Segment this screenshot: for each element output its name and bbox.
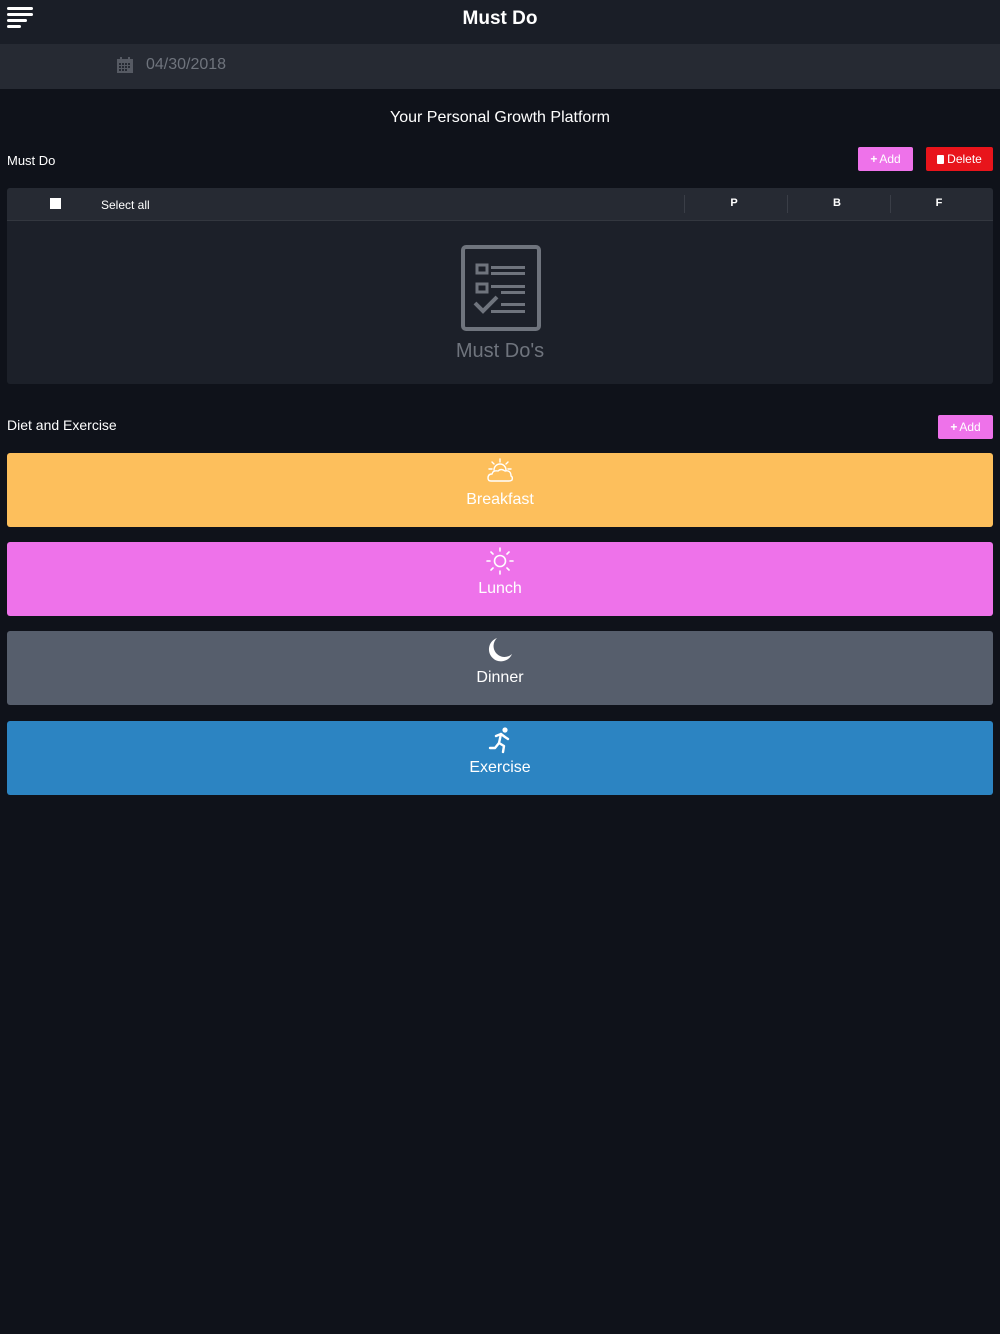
must-do-add-button[interactable]: + Add xyxy=(858,147,913,171)
exercise-card[interactable]: Exercise xyxy=(7,721,993,795)
dinner-label: Dinner xyxy=(476,669,524,686)
column-header-f: F xyxy=(935,197,943,209)
page-title: Must Do xyxy=(462,8,538,29)
select-all-label[interactable]: Select all xyxy=(101,198,150,212)
tagline: Your Personal Growth Platform xyxy=(390,109,610,126)
top-bar: Must Do xyxy=(0,0,1000,44)
trash-icon xyxy=(937,155,945,164)
exercise-label: Exercise xyxy=(469,759,531,776)
diet-exercise-add-button[interactable]: + Add xyxy=(938,415,993,439)
plus-icon: + xyxy=(870,152,878,166)
sun-cloud-icon xyxy=(487,458,514,482)
breakfast-label: Breakfast xyxy=(466,491,534,508)
column-header-b: B xyxy=(833,197,841,209)
table-header: Select all P B F xyxy=(7,188,993,221)
calendar-icon[interactable] xyxy=(116,56,134,74)
lunch-card[interactable]: Lunch xyxy=(7,542,993,616)
diet-exercise-section-label: Diet and Exercise xyxy=(7,417,117,433)
dinner-card[interactable]: Dinner xyxy=(7,631,993,705)
date-field[interactable]: 04/30/2018 xyxy=(146,54,226,76)
column-header-p: P xyxy=(730,197,738,209)
plus-icon: + xyxy=(950,420,958,434)
lunch-label: Lunch xyxy=(478,580,522,597)
must-do-delete-button[interactable]: Delete xyxy=(926,147,993,171)
empty-state-text: Must Do's xyxy=(455,340,545,362)
must-do-table: Select all P B F Must Do's xyxy=(7,188,993,384)
sun-icon xyxy=(486,547,514,575)
runner-icon xyxy=(488,727,510,754)
breakfast-card[interactable]: Breakfast xyxy=(7,453,993,527)
moon-icon xyxy=(488,638,512,662)
checklist-icon xyxy=(461,245,541,331)
must-do-section-label: Must Do xyxy=(7,153,56,168)
select-all-checkbox[interactable] xyxy=(50,198,61,209)
